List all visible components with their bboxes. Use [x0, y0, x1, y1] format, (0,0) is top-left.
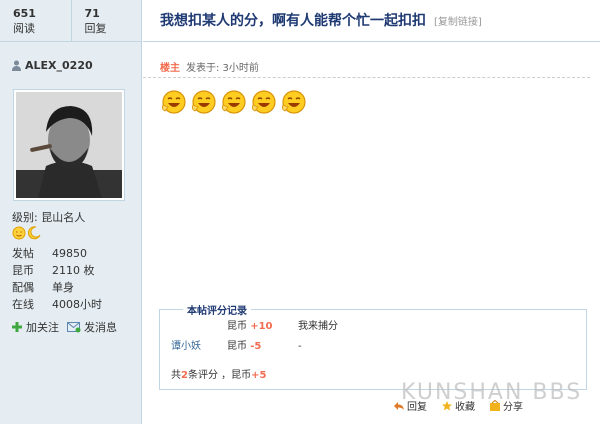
level-label: 级别:: [12, 211, 38, 224]
avatar[interactable]: [13, 89, 125, 201]
views-stat: 651 阅读: [0, 0, 71, 41]
follow-button[interactable]: 加关注: [11, 319, 59, 335]
author-header: ALEX_0220: [0, 42, 141, 76]
reply-button[interactable]: 回复: [393, 398, 427, 413]
plus-icon: [12, 322, 22, 332]
envelope-icon: [67, 322, 81, 333]
favorite-button[interactable]: 收藏: [441, 398, 475, 413]
rating-value: +10: [250, 321, 273, 332]
profile-key: 配偶: [12, 281, 34, 294]
summary-mid: 条评分 ，昆币: [187, 370, 252, 381]
views-label: 阅读: [13, 22, 35, 35]
message-button[interactable]: 发消息: [67, 319, 117, 335]
laughing-emoticon-icon: [251, 90, 276, 114]
reply-icon: [394, 401, 404, 410]
replies-label: 回复: [84, 22, 107, 35]
profile-row-online: 在线 4008小时: [12, 296, 141, 313]
rating-amount: 昆币 -5: [227, 340, 298, 354]
profile-value: 2110 枚: [52, 264, 95, 277]
profile-actions: 加关注 发消息: [0, 313, 141, 335]
share-icon: [490, 399, 500, 411]
rating-user[interactable]: [160, 320, 227, 334]
rating-summary: 共2条评分 ，昆币+5: [171, 366, 267, 381]
profile-row-spouse: 配偶 单身: [12, 279, 141, 296]
thread-title-bar: 我想扣某人的分，啊有人能帮个忙一起扣扣 [复制链接]: [143, 0, 600, 42]
share-button[interactable]: 分享: [489, 398, 523, 413]
profile-value: 单身: [52, 281, 74, 294]
rating-amount: 昆币 +10: [227, 320, 298, 334]
avatar-image: [16, 92, 122, 198]
summary-prefix: 共: [171, 370, 181, 381]
rating-row: 昆币 +10 我来捕分: [160, 320, 338, 334]
rating-log: 本帖评分记录 昆币 +10 我来捕分 谭小妖 昆币 -5 - 共2条评分 ，昆币…: [159, 302, 587, 390]
author-sidebar: 651 阅读 71 回复 ALEX_0220 级别: 昆山名人 发帖 49850…: [0, 0, 142, 424]
follow-label: 加关注: [26, 321, 59, 334]
medal-row: [0, 225, 141, 241]
laughing-emoticon-icon: [161, 90, 186, 114]
level-row: 级别: 昆山名人: [0, 201, 141, 225]
rating-currency: 昆币: [227, 341, 247, 352]
moon-medal-icon[interactable]: [27, 226, 41, 240]
post-content-emotes: [143, 78, 600, 115]
replies-stat: 71 回复: [70, 0, 142, 41]
replies-count: 71: [84, 7, 100, 20]
rating-title: 本帖评分记录: [183, 302, 251, 317]
laughing-emoticon-icon: [191, 90, 216, 114]
rating-reason: 我来捕分: [298, 321, 338, 332]
rating-value: -5: [250, 341, 262, 352]
post-actions: 回复 收藏 分享: [393, 398, 523, 413]
profile-key: 发帖: [12, 247, 34, 260]
sun-medal-icon[interactable]: [12, 226, 26, 240]
profile-value: 49850: [52, 247, 87, 260]
profile-key: 昆币: [12, 264, 34, 277]
message-label: 发消息: [84, 321, 117, 334]
user-icon: [12, 60, 21, 71]
post-main: 我想扣某人的分，啊有人能帮个忙一起扣扣 [复制链接] 楼主 发表于: 3小时前 …: [143, 0, 600, 424]
rating-reason: -: [298, 341, 302, 352]
profile-row-posts: 发帖 49850: [12, 245, 141, 262]
views-count: 651: [13, 7, 36, 20]
laughing-emoticon-icon: [221, 90, 246, 114]
copy-link-button[interactable]: [复制链接]: [434, 13, 482, 28]
profile-info: 发帖 49850 昆币 2110 枚 配偶 单身 在线 4008小时: [0, 241, 141, 313]
profile-key: 在线: [12, 298, 34, 311]
post-meta: 楼主 发表于: 3小时前: [143, 42, 590, 78]
star-icon: [442, 400, 452, 410]
rating-currency: 昆币: [227, 321, 247, 332]
post-time: 发表于: 3小时前: [186, 62, 259, 74]
rating-user[interactable]: 谭小妖: [160, 340, 227, 354]
reply-label: 回复: [407, 402, 427, 413]
summary-count: 2: [181, 370, 188, 381]
level-value: 昆山名人: [41, 211, 86, 224]
laughing-emoticon-icon: [281, 90, 306, 114]
thread-stats: 651 阅读 71 回复: [0, 0, 141, 42]
op-badge: 楼主: [160, 62, 180, 74]
thread-title: 我想扣某人的分，啊有人能帮个忙一起扣扣: [160, 13, 426, 29]
profile-value: 4008小时: [52, 298, 102, 311]
summary-total: +5: [251, 370, 267, 381]
author-name-link[interactable]: ALEX_0220: [25, 59, 93, 72]
favorite-label: 收藏: [455, 402, 475, 413]
profile-row-coins: 昆币 2110 枚: [12, 262, 141, 279]
rating-row: 谭小妖 昆币 -5 -: [160, 340, 302, 354]
share-label: 分享: [503, 402, 523, 413]
